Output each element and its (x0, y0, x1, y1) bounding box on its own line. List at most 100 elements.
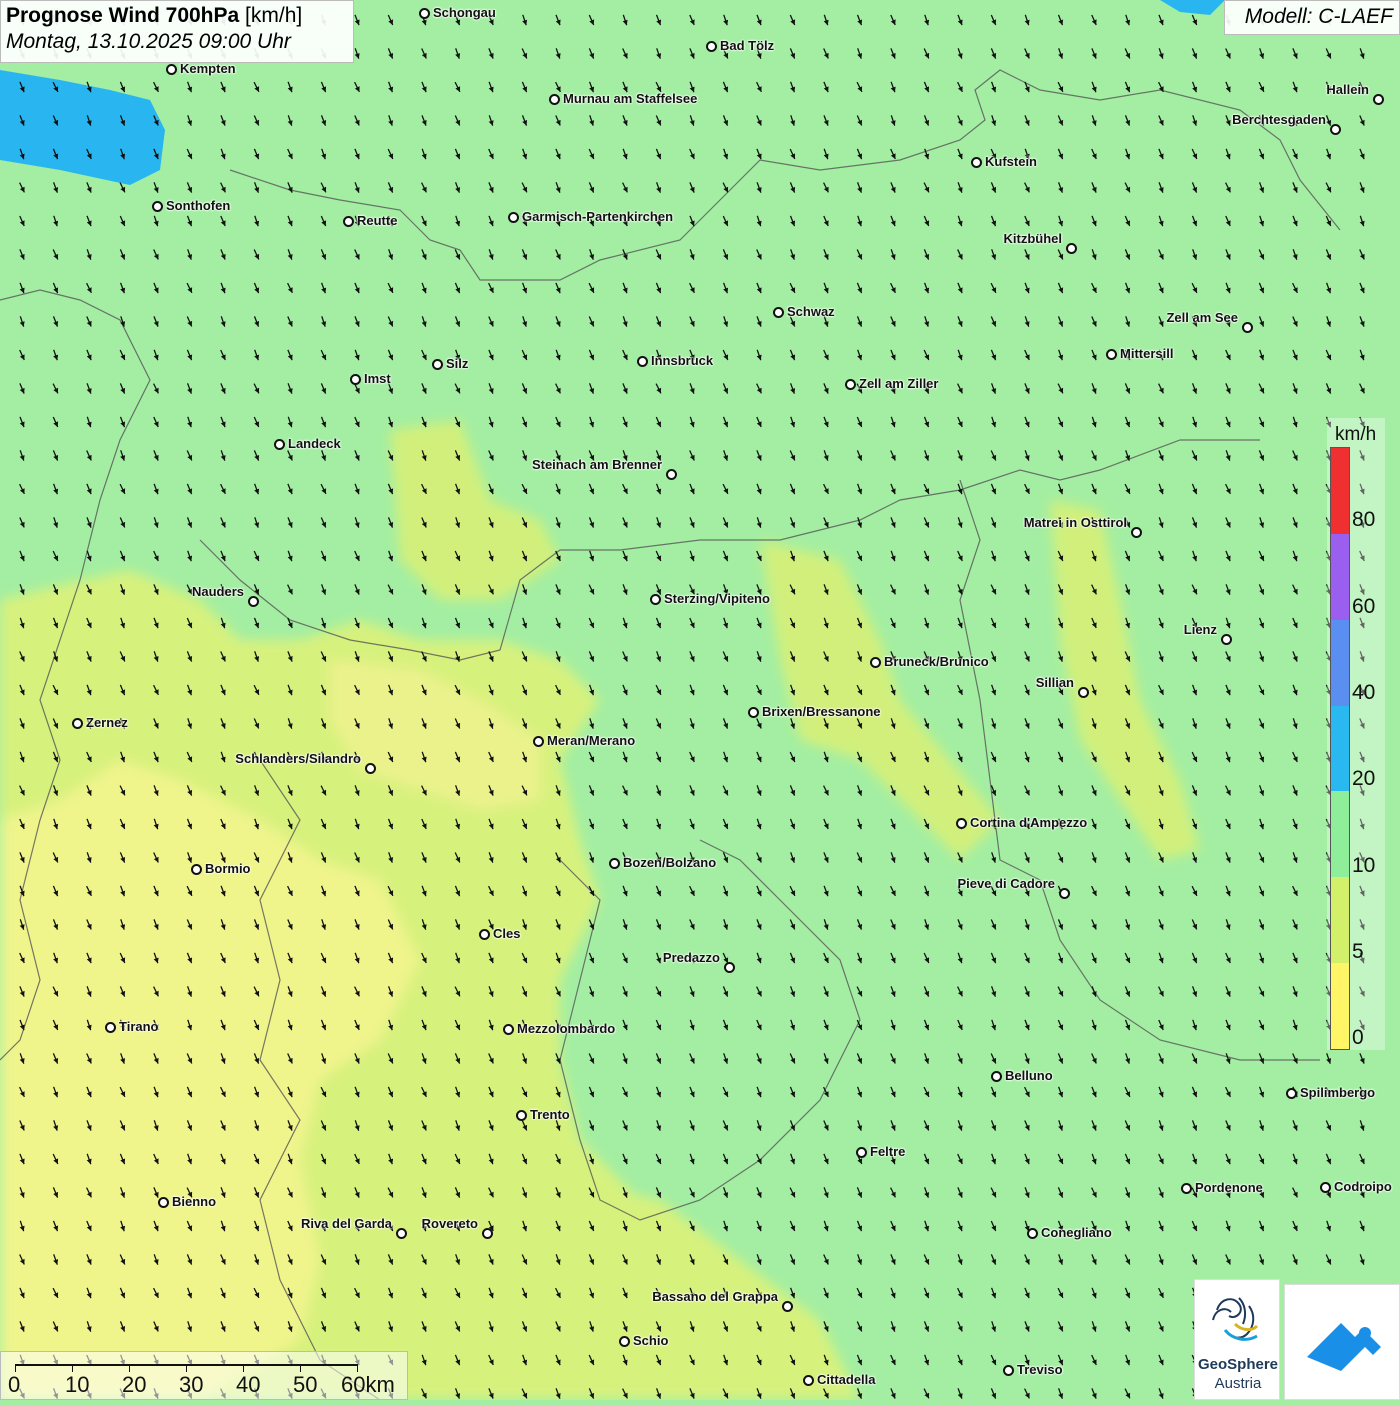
city-marker (782, 1301, 793, 1312)
city-label: Schongau (433, 5, 496, 20)
city-marker (479, 929, 490, 940)
city-marker (971, 157, 982, 168)
scale-tick (72, 1364, 73, 1372)
city-marker (1373, 94, 1384, 105)
city-marker (1181, 1183, 1192, 1194)
legend-segment (1331, 877, 1349, 964)
city-marker (1131, 527, 1142, 538)
legend-tick-label: 5 (1352, 940, 1364, 963)
scale-tick (129, 1364, 130, 1372)
city-label: Nauders (191, 584, 244, 599)
city-label: Reutte (357, 213, 398, 228)
city-marker (1330, 124, 1341, 135)
scale-label: 50 (293, 1372, 318, 1397)
city-label: Innsbruck (651, 353, 714, 368)
city-label: Bormio (205, 861, 251, 876)
city-marker (533, 736, 544, 747)
city-label: Bassano del Grappa (652, 1289, 778, 1304)
scale-tick (243, 1364, 244, 1372)
city-marker (1027, 1228, 1038, 1239)
city-marker (637, 356, 648, 367)
geosphere-logo[interactable]: GeoSphere Austria (1194, 1279, 1280, 1400)
model-label: Modell: C-LAEF (1224, 0, 1400, 35)
city-label: Predazzo (662, 950, 720, 965)
city-marker (482, 1228, 493, 1239)
city-label: Sonthofen (166, 198, 231, 213)
scale-label: 40 (236, 1372, 261, 1397)
city-label: Garmisch-Partenkirchen (522, 209, 674, 224)
city-marker (1286, 1088, 1297, 1099)
city-label: Treviso (1017, 1362, 1063, 1377)
city-label: Conegliano (1041, 1225, 1112, 1240)
legend-segment (1331, 705, 1349, 792)
city-label: Zell am See (1166, 310, 1238, 325)
legend-tick-label: 10 (1352, 854, 1376, 877)
city-marker (508, 212, 519, 223)
title-panel: Prognose Wind 700hPa [km/h] Montag, 13.1… (0, 0, 354, 63)
map-title: Prognose Wind 700hPa [km/h] (6, 4, 348, 28)
forecast-datetime: Montag, 13.10.2025 09:00 Uhr (6, 30, 291, 53)
city-marker (549, 94, 560, 105)
legend-tick-label: 40 (1352, 681, 1376, 704)
scale-label: 20 (122, 1372, 147, 1397)
city-label: Tirano (119, 1019, 159, 1034)
title-bold: Prognose Wind 700hPa (6, 4, 240, 27)
city-marker (105, 1022, 116, 1033)
city-label: Matrei in Osttirol (1023, 515, 1127, 530)
city-label: Zernez (86, 715, 128, 730)
city-marker (152, 201, 163, 212)
city-label: Pieve di Cadore (957, 876, 1055, 891)
city-marker (773, 307, 784, 318)
city-marker (609, 858, 620, 869)
legend-unit: km/h (1335, 424, 1377, 445)
city-label: Rovereto (421, 1216, 478, 1231)
city-marker (991, 1071, 1002, 1082)
city-label: Riva del Garda (300, 1216, 392, 1231)
city-label: Landeck (288, 436, 341, 451)
weather-app-logo[interactable] (1284, 1284, 1400, 1400)
scale-tick (186, 1364, 187, 1372)
city-marker (666, 469, 677, 480)
city-label: Mezzolombardo (517, 1021, 616, 1036)
city-label: Zell am Ziller (859, 376, 939, 391)
city-label: Bozen/Bolzano (623, 855, 717, 870)
city-label: Schwaz (787, 304, 835, 319)
legend-tick-label: 0 (1352, 1026, 1364, 1049)
scale-tick (300, 1364, 301, 1372)
city-marker (803, 1375, 814, 1386)
city-label: Silz (446, 356, 469, 371)
city-marker (856, 1147, 867, 1158)
city-marker (350, 374, 361, 385)
city-label: Steinach am Brenner (531, 457, 662, 472)
city-marker (343, 216, 354, 227)
city-marker (1003, 1365, 1014, 1376)
legend-tick-label: 80 (1352, 508, 1376, 531)
city-marker (191, 864, 202, 875)
city-label: Lienz (1183, 622, 1217, 637)
city-marker (1066, 243, 1077, 254)
city-marker (1078, 687, 1089, 698)
legend-segment (1331, 533, 1349, 620)
city-marker (158, 1197, 169, 1208)
city-label: Mittersill (1120, 346, 1174, 361)
city-marker (365, 763, 376, 774)
legend-segment (1331, 791, 1349, 878)
city-label: Berchtesgaden (1232, 112, 1326, 127)
city-label: Pordenone (1195, 1180, 1263, 1195)
app-chevron-icon (1307, 1323, 1381, 1371)
legend-tick-label: 60 (1352, 595, 1376, 618)
city-marker (396, 1228, 407, 1239)
city-label: Hallein (1326, 82, 1369, 97)
city-label: Sterzing/Vipiteno (664, 591, 770, 606)
city-marker (1106, 349, 1117, 360)
color-legend: km/h 80 60 40 20 10 5 0 (1327, 418, 1385, 1050)
city-label: Imst (364, 371, 391, 386)
scale-label: 60km (341, 1372, 395, 1397)
geosphere-country: Austria (1214, 1375, 1262, 1392)
city-marker (432, 359, 443, 370)
city-label: Bruneck/Brunico (884, 654, 989, 669)
city-marker (619, 1336, 630, 1347)
city-label: Bienno (172, 1194, 217, 1209)
city-label: Murnau am Staffelsee (563, 91, 698, 106)
scale-bar: 0 10 20 30 40 50 60km (0, 1351, 408, 1400)
